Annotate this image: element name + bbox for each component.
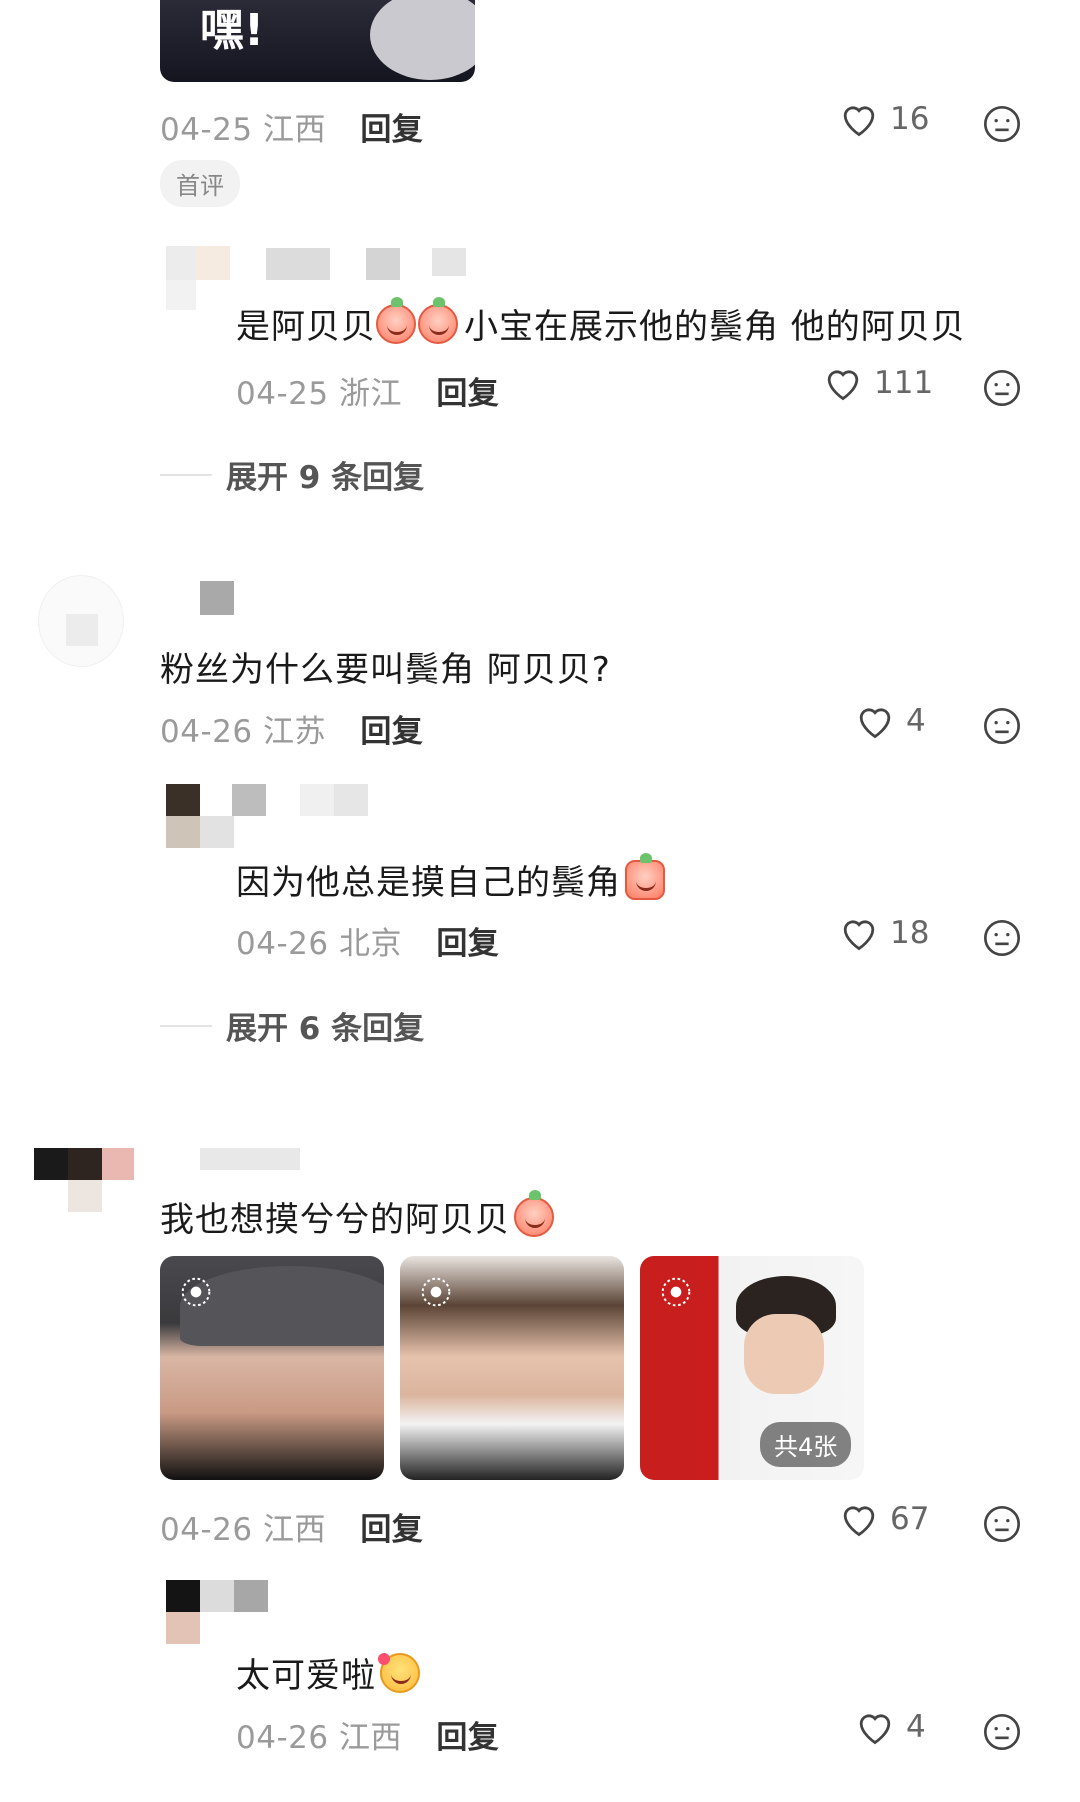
sticker-image[interactable]: 嘿! bbox=[160, 0, 475, 82]
comment-text: 太可爱啦 bbox=[236, 1648, 420, 1697]
avatar[interactable] bbox=[166, 1580, 200, 1612]
smiling-hearts-emoji-icon bbox=[378, 1653, 420, 1693]
avatar-pixel bbox=[166, 816, 200, 848]
reply-button[interactable]: 回复 bbox=[360, 1512, 423, 1548]
heart-outline-icon bbox=[827, 370, 859, 401]
comment-text: 是阿贝贝 小宝在展示他的鬓角 他的阿贝贝 bbox=[236, 297, 966, 348]
comment-photo[interactable] bbox=[400, 1256, 624, 1480]
comment-6-meta: 04-26 江西 回复 bbox=[236, 1720, 500, 1756]
username-blurred[interactable] bbox=[266, 248, 330, 280]
neutral-face-icon[interactable] bbox=[982, 1504, 1022, 1544]
peeking-sticker-icon bbox=[625, 853, 665, 900]
neutral-face-icon[interactable] bbox=[982, 918, 1022, 958]
avatar-pixel bbox=[166, 280, 196, 310]
sticker-emoji-icon bbox=[514, 1190, 554, 1237]
avatar[interactable] bbox=[166, 246, 196, 280]
comment-2-meta: 04-25 浙江 回复 bbox=[236, 376, 500, 412]
like-count: 4 bbox=[906, 703, 926, 739]
like-count: 67 bbox=[890, 1501, 930, 1537]
comment-text: 粉丝为什么要叫鬓角 阿贝贝? bbox=[160, 650, 611, 690]
sticker-caption: 嘿! bbox=[200, 5, 265, 56]
neutral-face-icon[interactable] bbox=[982, 706, 1022, 746]
avatar-pixel bbox=[166, 1612, 200, 1644]
expand-replies-button[interactable]: 展开 6 条回复 bbox=[160, 1003, 424, 1048]
sticker-emoji-icon bbox=[376, 297, 416, 344]
username-blurred bbox=[334, 784, 368, 816]
comment-4-meta: 04-26 北京 回复 bbox=[236, 926, 500, 962]
username-blurred[interactable] bbox=[200, 581, 234, 615]
avatar[interactable] bbox=[34, 1148, 68, 1180]
live-photo-icon bbox=[181, 1277, 211, 1307]
heart-outline-icon bbox=[843, 106, 875, 137]
photo-count-badge: 共4张 bbox=[760, 1422, 852, 1467]
neutral-face-icon[interactable] bbox=[982, 104, 1022, 144]
expand-replies-button[interactable]: 展开 9 条回复 bbox=[160, 452, 424, 497]
like-button[interactable]: 111 bbox=[822, 364, 933, 402]
avatar-pixel bbox=[68, 1148, 102, 1180]
sticker-emoji-icon bbox=[418, 297, 458, 344]
heart-outline-icon bbox=[859, 708, 891, 739]
avatar-pixel bbox=[102, 1148, 134, 1180]
like-count: 18 bbox=[890, 915, 930, 951]
neutral-face-icon[interactable] bbox=[982, 368, 1022, 408]
comment-3-meta: 04-26 江苏 回复 bbox=[160, 714, 424, 750]
username-blurred bbox=[432, 248, 466, 276]
comment-photo[interactable]: 共4张 bbox=[640, 1256, 864, 1480]
username-blurred bbox=[300, 784, 334, 816]
like-button[interactable]: 67 bbox=[838, 1500, 929, 1538]
comment-text: 我也想摸兮兮的阿贝贝 bbox=[160, 1190, 554, 1241]
reply-button[interactable]: 回复 bbox=[360, 112, 423, 148]
like-button[interactable]: 4 bbox=[854, 1708, 926, 1746]
comment-5-meta: 04-26 江西 回复 bbox=[160, 1512, 424, 1548]
comment-photo[interactable] bbox=[160, 1256, 384, 1480]
heart-outline-icon bbox=[843, 920, 875, 951]
like-button[interactable]: 16 bbox=[838, 100, 929, 138]
reply-button[interactable]: 回复 bbox=[436, 1720, 499, 1756]
reply-button[interactable]: 回复 bbox=[360, 714, 423, 750]
like-count: 4 bbox=[906, 1709, 926, 1745]
heart-outline-icon bbox=[843, 1506, 875, 1537]
like-count: 111 bbox=[874, 365, 934, 401]
avatar-pixel bbox=[200, 816, 234, 848]
like-count: 16 bbox=[890, 101, 930, 137]
like-button[interactable]: 4 bbox=[854, 702, 926, 740]
like-button[interactable]: 18 bbox=[838, 914, 929, 952]
avatar-pixel bbox=[66, 614, 98, 646]
username-blurred bbox=[366, 248, 400, 280]
comment-1-meta: 04-25 江西 回复 bbox=[160, 112, 424, 148]
live-photo-icon bbox=[421, 1277, 451, 1307]
avatar-pixel bbox=[234, 1580, 268, 1612]
neutral-face-icon[interactable] bbox=[982, 1712, 1022, 1752]
username-blurred[interactable] bbox=[200, 1148, 300, 1170]
username-blurred[interactable] bbox=[232, 784, 266, 816]
reply-button[interactable]: 回复 bbox=[436, 926, 499, 962]
avatar-pixel bbox=[68, 1180, 102, 1212]
heart-outline-icon bbox=[859, 1714, 891, 1745]
avatar-pixel bbox=[200, 1580, 234, 1612]
reply-button[interactable]: 回复 bbox=[436, 376, 499, 412]
comment-text: 因为他总是摸自己的鬓角 bbox=[236, 853, 665, 904]
avatar-pixel bbox=[196, 246, 230, 280]
first-comment-tag: 首评 bbox=[160, 160, 240, 207]
avatar[interactable] bbox=[166, 784, 200, 816]
live-photo-icon bbox=[661, 1277, 691, 1307]
